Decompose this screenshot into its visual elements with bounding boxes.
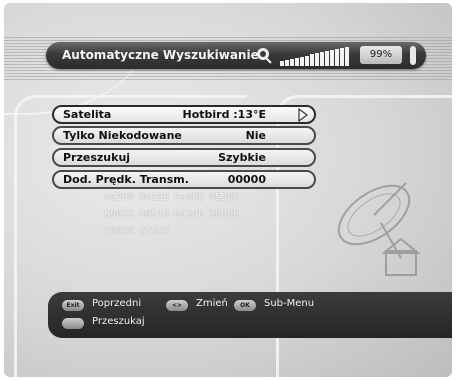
row-value: Szybkie xyxy=(218,151,266,164)
menu-row-dod-predk-transm[interactable]: Dod. Prędk. Transm. 00000 xyxy=(52,170,316,189)
frequency-value: 06198 xyxy=(139,192,170,203)
signal-bar xyxy=(335,48,339,66)
help-label-submenu: Sub-Menu xyxy=(264,298,315,309)
frequency-value: 27500 xyxy=(139,226,170,237)
help-label-change: Zmień xyxy=(196,298,228,309)
signal-percent: 99% xyxy=(360,46,402,64)
satellite-dish-icon xyxy=(337,182,421,276)
row-value: 00000 xyxy=(227,173,266,186)
signal-bar xyxy=(285,59,289,66)
frequency-value: 29900 xyxy=(104,226,135,237)
menu-row-tylko-niekodowane[interactable]: Tylko Niekodowane Nie xyxy=(52,126,316,145)
signal-bar xyxy=(305,55,309,66)
signal-bar xyxy=(330,50,334,66)
signal-bar xyxy=(340,47,344,66)
left-right-key-icon[interactable]: <> xyxy=(166,300,188,311)
frequency-value: 04398 xyxy=(104,192,135,203)
row-value: Hotbird :13°E xyxy=(182,108,266,121)
green-key-icon[interactable] xyxy=(62,318,84,329)
signal-strength-bars xyxy=(280,46,350,66)
signal-bar xyxy=(280,61,284,66)
frequency-value: 05500 xyxy=(209,192,240,203)
help-bar: Exit Poprzedni <> Zmień OK Sub-Menu Prze… xyxy=(48,292,452,338)
signal-bar xyxy=(300,56,304,66)
help-label-scan: Przeszukaj xyxy=(92,316,145,327)
row-label: Satelita xyxy=(63,108,112,121)
satellite-icon xyxy=(257,48,272,64)
row-label: Dod. Prędk. Transm. xyxy=(63,173,189,186)
frequency-value: 04340 xyxy=(174,209,205,220)
row-value: Nie xyxy=(245,129,266,142)
title-bar-cap xyxy=(410,46,416,65)
signal-bar xyxy=(325,51,329,66)
title-bar: Automatyczne Wyszukiwanie 99% xyxy=(46,42,426,69)
page-title: Automatyczne Wyszukiwanie xyxy=(62,48,259,62)
frequency-value: 05632 xyxy=(104,209,135,220)
signal-bar xyxy=(295,57,299,66)
exit-key-icon[interactable]: Exit xyxy=(62,300,84,311)
signal-bar xyxy=(315,53,319,66)
menu-row-satelita[interactable]: Satelita Hotbird :13°E xyxy=(52,105,316,124)
frequency-value: 28000 xyxy=(209,209,240,220)
signal-bar xyxy=(290,58,294,66)
frequency-value: 04400 xyxy=(174,192,205,203)
chevron-right-icon[interactable] xyxy=(296,108,310,122)
signal-bar xyxy=(345,46,349,66)
ok-key-icon[interactable]: OK xyxy=(234,300,256,311)
row-label: Przeszukuj xyxy=(63,151,131,164)
signal-bar xyxy=(320,52,324,66)
frequency-value: 06510 xyxy=(139,209,170,220)
help-label-back: Poprzedni xyxy=(92,298,142,309)
menu-row-przeszukuj[interactable]: Przeszukuj Szybkie xyxy=(52,148,316,167)
signal-bar xyxy=(310,54,314,66)
row-label: Tylko Niekodowane xyxy=(63,129,182,142)
